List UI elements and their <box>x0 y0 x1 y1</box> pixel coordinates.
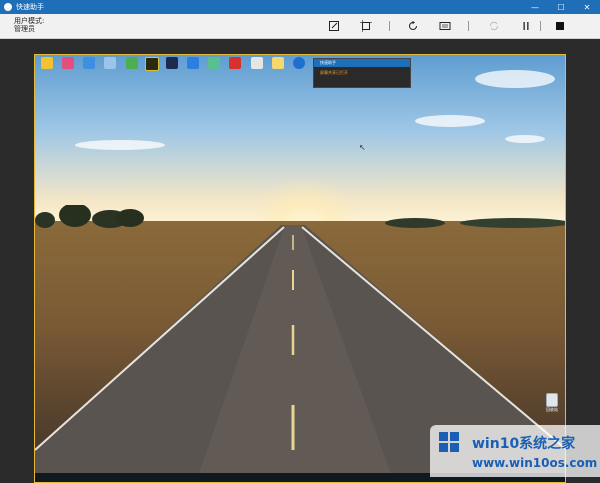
mini-window-title: 快速助手 <box>314 59 410 67</box>
stop-icon <box>556 22 564 30</box>
desktop-icon[interactable] <box>226 57 244 69</box>
toolbar-separator <box>468 21 469 31</box>
edit-icon <box>329 21 339 31</box>
toolbar-separator <box>540 21 541 31</box>
minimize-button[interactable]: — <box>522 0 548 14</box>
stop-button[interactable] <box>552 18 568 34</box>
cloud <box>415 115 485 127</box>
desktop-icon[interactable] <box>123 57 141 69</box>
desktop-icon[interactable] <box>205 57 223 69</box>
user-mode: 用户模式: 管理员 <box>14 17 44 33</box>
desktop-icon[interactable] <box>80 57 98 69</box>
app-icon <box>293 57 305 69</box>
photoshop-icon <box>166 57 178 69</box>
remote-screen[interactable]: 快速助手 屏幕共享已打开 ↖ 回收站 <box>34 54 566 483</box>
app-icon <box>4 3 12 11</box>
network-icon <box>104 57 116 69</box>
task-manager-button[interactable] <box>437 18 453 34</box>
desktop-icon[interactable] <box>143 57 161 71</box>
app-icon <box>145 57 159 71</box>
app-icon <box>229 57 241 69</box>
pause-button[interactable] <box>518 18 534 34</box>
desktop-icon[interactable] <box>38 57 56 69</box>
recycle-bin-icon <box>546 393 558 407</box>
file-icon <box>272 57 284 69</box>
pause-icon <box>523 22 529 30</box>
user-mode-label: 用户模式: <box>14 17 45 25</box>
desktop-icon[interactable] <box>184 57 202 69</box>
desktop-icon[interactable] <box>269 57 287 69</box>
toolbar: 用户模式: 管理员 <box>0 14 600 39</box>
user-folder-icon <box>41 57 53 69</box>
cloud <box>475 70 555 88</box>
desktop-icon[interactable] <box>59 57 77 69</box>
reconnect-button[interactable] <box>486 18 502 34</box>
app-icon <box>187 57 199 69</box>
actual-size-button[interactable] <box>358 18 374 34</box>
restart-button[interactable] <box>405 18 421 34</box>
cloud <box>505 135 545 143</box>
windows-logo-icon <box>439 432 459 452</box>
cloud <box>75 140 165 150</box>
maximize-button[interactable]: ☐ <box>548 0 574 14</box>
app-icon <box>208 57 220 69</box>
close-button[interactable]: ✕ <box>574 0 600 14</box>
desktop-icon[interactable] <box>290 57 308 69</box>
user-mode-value: 管理员 <box>14 25 35 33</box>
app-icon <box>62 57 74 69</box>
watermark: win10系统之家 www.win10os.com <box>430 425 600 477</box>
toolbar-separator <box>389 21 390 31</box>
recycle-bin-label: 回收站 <box>546 407 558 412</box>
helper-mini-window[interactable]: 快速助手 屏幕共享已打开 <box>313 58 411 88</box>
computer-icon <box>83 57 95 69</box>
watermark-title: win10系统之家 <box>472 436 576 452</box>
recycle-bin[interactable]: 回收站 <box>545 393 559 413</box>
keyboard-icon <box>439 22 451 30</box>
fit-screen-icon <box>360 20 372 32</box>
title-bar: 快速助手 — ☐ ✕ <box>0 0 600 14</box>
watermark-url: www.win10os.com <box>472 456 598 470</box>
app-icon <box>126 57 138 69</box>
desktop-icon[interactable] <box>163 57 181 69</box>
desktop-icon[interactable] <box>248 57 266 69</box>
desktop-icon[interactable] <box>101 57 119 69</box>
sync-icon <box>490 21 498 31</box>
file-icon <box>251 57 263 69</box>
annotate-button[interactable] <box>326 18 342 34</box>
mouse-cursor-icon: ↖ <box>359 143 366 152</box>
window-title: 快速助手 <box>16 3 44 11</box>
refresh-icon <box>409 20 417 30</box>
mini-window-status: 屏幕共享已打开 <box>320 70 348 75</box>
